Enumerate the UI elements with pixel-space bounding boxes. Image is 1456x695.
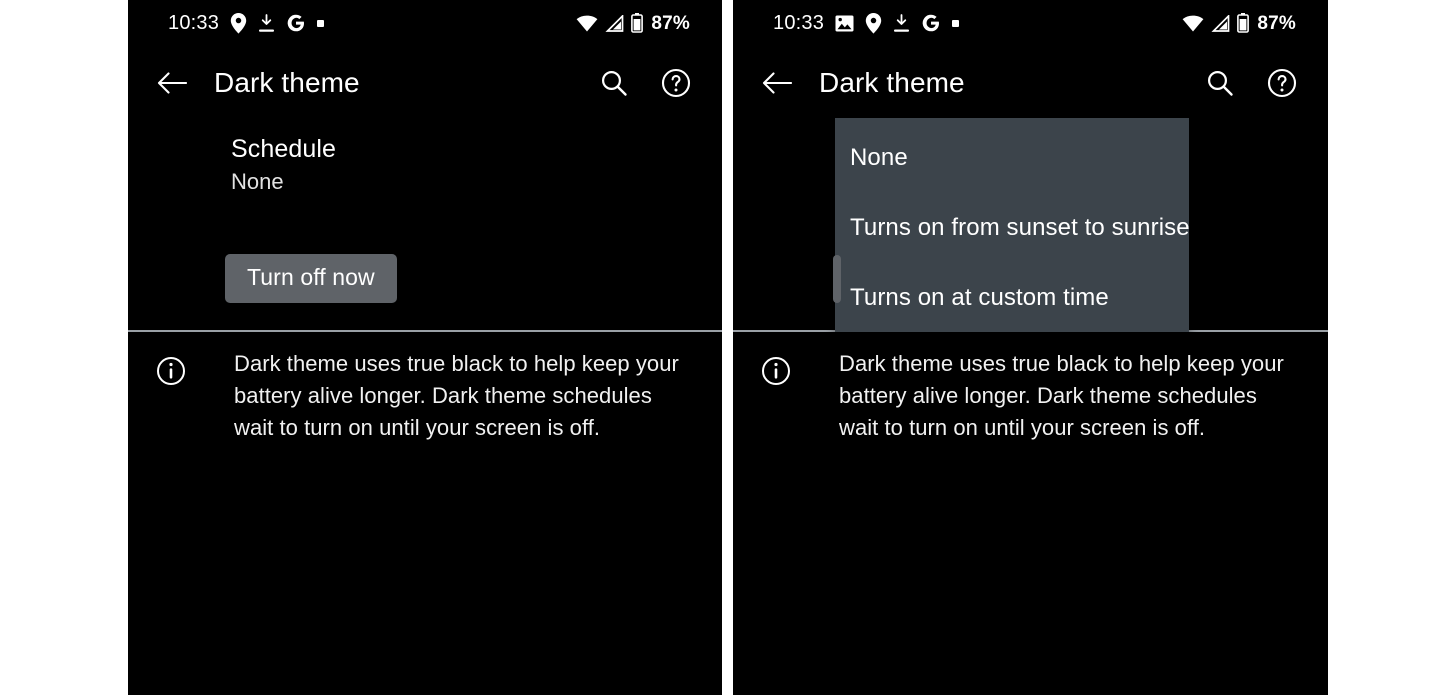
info-section-left: Dark theme uses true black to help keep … [128, 348, 722, 444]
app-bar-actions-right [1202, 65, 1300, 101]
app-bar-actions-left [596, 65, 694, 101]
status-bar-left: 10:33 87% [128, 0, 722, 46]
wifi-icon [576, 15, 598, 32]
info-text: Dark theme uses true black to help keep … [839, 351, 1284, 440]
app-bar-right: Dark theme [733, 52, 1328, 114]
help-circle-icon[interactable] [658, 65, 694, 101]
google-g-icon [921, 13, 941, 33]
image-icon [835, 15, 854, 32]
battery-percent: 87% [1257, 12, 1296, 34]
battery-percent: 87% [651, 12, 690, 34]
download-icon [258, 13, 275, 33]
search-icon[interactable] [1202, 65, 1238, 101]
phone-screenshot-right: 10:33 87% Dark theme None Turns on from … [733, 0, 1328, 695]
info-text: Dark theme uses true black to help keep … [234, 351, 679, 440]
wifi-icon [1182, 15, 1204, 32]
dropdown-option-custom-time[interactable]: Turns on at custom time [850, 284, 1179, 312]
status-bar-right-group-right: 87% [1182, 13, 1296, 33]
page-title: Dark theme [214, 67, 360, 98]
app-bar-left: Dark theme [128, 52, 722, 114]
info-circle-icon [761, 356, 791, 386]
page-title: Dark theme [819, 67, 965, 98]
status-time: 10:33 [773, 12, 825, 34]
status-bar-right: 10:33 87% [733, 0, 1328, 46]
dropdown-option-none[interactable]: None [850, 144, 1179, 172]
turn-off-now-button[interactable]: Turn off now [225, 254, 397, 304]
schedule-value: None [231, 169, 284, 194]
location-pin-icon [865, 12, 882, 34]
dropdown-option-sunset-to-sunrise[interactable]: Turns on from sunset to sunrise [850, 214, 1189, 242]
back-arrow-icon[interactable] [150, 61, 194, 105]
info-section-right: Dark theme uses true black to help keep … [733, 348, 1328, 444]
download-icon [893, 13, 910, 33]
screenshot-canvas: 10:33 87% Dark theme Schedule None Turn … [0, 0, 1456, 695]
location-pin-icon [230, 12, 247, 34]
status-bar-left-group-right: 10:33 [773, 12, 960, 34]
battery-icon [631, 13, 644, 33]
dropdown-scrollbar[interactable] [833, 255, 841, 303]
back-arrow-icon[interactable] [755, 61, 799, 105]
signal-icon [605, 14, 624, 32]
help-circle-icon[interactable] [1264, 65, 1300, 101]
status-time: 10:33 [168, 12, 220, 34]
battery-icon [1237, 13, 1250, 33]
dot-icon [952, 19, 960, 27]
search-icon[interactable] [596, 65, 632, 101]
signal-icon [1211, 14, 1230, 32]
schedule-title: Schedule [231, 135, 337, 163]
schedule-dropdown-menu[interactable]: None Turns on from sunset to sunrise Tur… [835, 118, 1189, 332]
status-bar-left-group: 10:33 [168, 12, 325, 34]
schedule-setting[interactable]: Schedule None [231, 134, 336, 196]
google-g-icon [286, 13, 306, 33]
section-divider [128, 330, 722, 332]
status-bar-right-group: 87% [576, 13, 690, 33]
phone-screenshot-left: 10:33 87% Dark theme Schedule None Turn … [128, 0, 722, 695]
dot-icon [317, 19, 325, 27]
info-circle-icon [156, 356, 186, 386]
